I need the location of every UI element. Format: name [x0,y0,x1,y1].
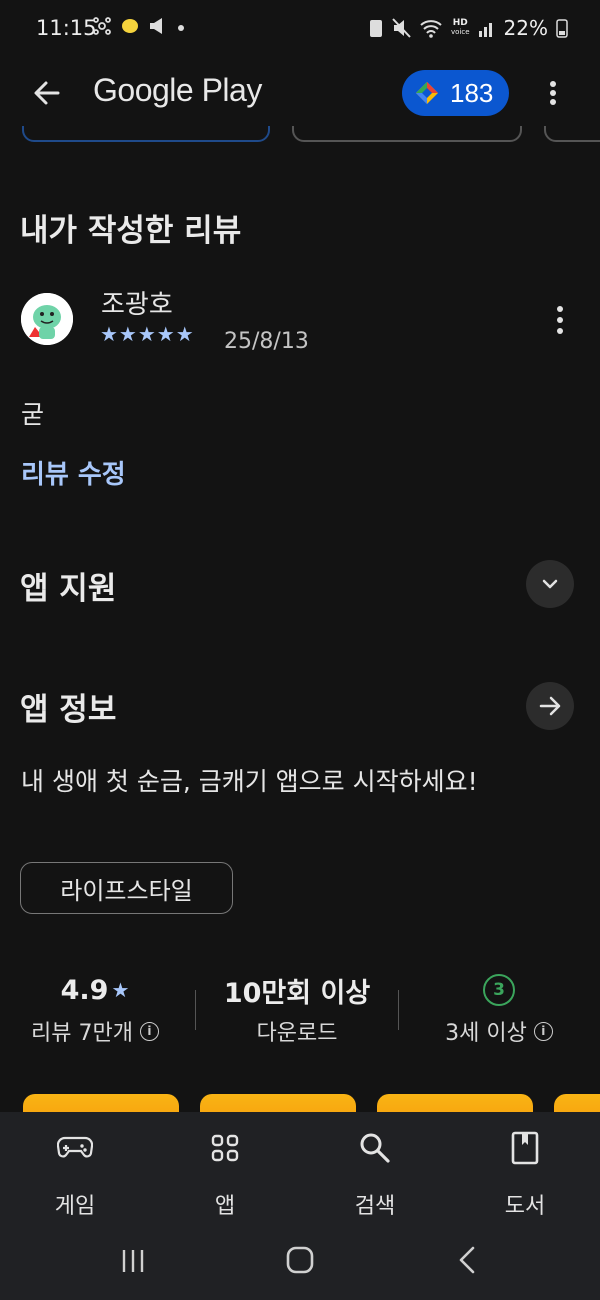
more-vert-icon [557,306,563,334]
arrow-left-icon [34,81,60,105]
gamepad-icon [57,1136,93,1158]
reviews-count: 리뷰 7만개 [31,1021,133,1046]
arrow-right-icon [539,696,561,716]
network-icon [93,17,111,35]
nav-label-search: 검색 [354,1194,396,1219]
wifi-icon [420,20,442,38]
avatar [21,293,73,345]
nav-item-apps[interactable]: 앱 [170,1130,280,1220]
status-time: 11:15 [36,16,97,40]
chevron-down-icon [542,579,558,589]
edit-review-link[interactable]: 리뷰 수정 [21,454,126,491]
more-vert-icon [550,81,556,105]
age-rating-badge: 3 [483,974,515,1006]
app-stats-row: 4.9 ★ 리뷰 7만개 i 10만회 이상 다운로드 3 3세 이상 i [0,970,600,1050]
bottom-navigation: 게임 앱 검색 도서 [0,1112,600,1224]
search-icon [360,1133,390,1163]
play-points-icon [416,82,438,104]
system-navigation-bar [0,1224,600,1300]
star-icon: ★ [111,978,130,1002]
category-chip[interactable]: 라이프스타일 [20,862,233,914]
more-options-button[interactable] [540,74,566,112]
back-nav-icon[interactable] [455,1244,479,1276]
my-review-title: 내가 작성한 리뷰 [20,213,242,249]
review-more-button[interactable] [548,300,572,340]
signal-icon [478,23,492,37]
scrolled-chip-row [0,126,600,146]
nav-item-books[interactable]: 도서 [470,1130,580,1220]
play-points-button[interactable]: 183 [402,70,509,116]
chip-remnant [22,126,270,142]
review-date: 25/8/13 [224,329,309,354]
info-icon[interactable]: i [139,1021,159,1041]
review-text: 굳 [21,400,45,429]
downloads-value: 10만회 이상 [223,977,371,1009]
app-bar: Google Play 183 [0,60,600,126]
nav-label-books: 도서 [504,1194,546,1219]
status-notification-icons [92,14,186,38]
status-bar: 11:15 HD voice 22% [0,0,600,60]
battery-percent: 22% [503,16,548,40]
apps-grid-icon [211,1134,239,1162]
book-icon [511,1131,539,1165]
recent-apps-icon[interactable] [118,1246,148,1276]
app-title: Google Play [93,72,262,108]
rating-value: 4.9 [60,974,109,1006]
back-button[interactable] [28,74,66,112]
age-rating-label: 3세 이상 [445,1021,527,1046]
status-system-icons: HD voice 22% [369,16,568,40]
downloads-label: 다운로드 [256,1021,338,1046]
chat-bubble-icon [122,19,138,33]
nav-item-search[interactable]: 검색 [320,1130,430,1220]
rating-stat[interactable]: 4.9 ★ 리뷰 7만개 i [0,970,190,1047]
dot-icon [178,25,184,31]
nav-label-games: 게임 [54,1194,96,1219]
home-icon[interactable] [285,1244,315,1276]
app-info-title[interactable]: 앱 정보 [20,684,116,729]
chip-remnant [544,126,600,142]
app-tagline: 내 생애 첫 순금, 금캐기 앱으로 시작하세요! [21,767,478,796]
app-info-open-button[interactable] [526,682,574,730]
stat-divider [195,990,196,1030]
chip-remnant [292,126,522,142]
stat-divider [398,990,399,1030]
app-support-expand-button[interactable] [526,560,574,608]
megaphone-icon [150,18,162,34]
star-rating: ★★★★★ [100,322,195,346]
reviewer-name: 조광호 [101,290,173,320]
hd-voice-icon: HD voice [451,18,470,37]
dinosaur-avatar-icon [21,293,73,345]
age-rating-stat[interactable]: 3 3세 이상 i [404,970,594,1047]
battery-icon [556,19,568,38]
app-support-title[interactable]: 앱 지원 [20,563,116,608]
play-points-value: 183 [450,77,494,108]
info-icon[interactable]: i [533,1021,553,1041]
mute-icon [392,18,411,38]
downloads-stat: 10만회 이상 다운로드 [202,970,392,1047]
nav-label-apps: 앱 [214,1194,236,1219]
battery-saver-icon [370,20,383,37]
nav-item-games[interactable]: 게임 [20,1130,130,1220]
